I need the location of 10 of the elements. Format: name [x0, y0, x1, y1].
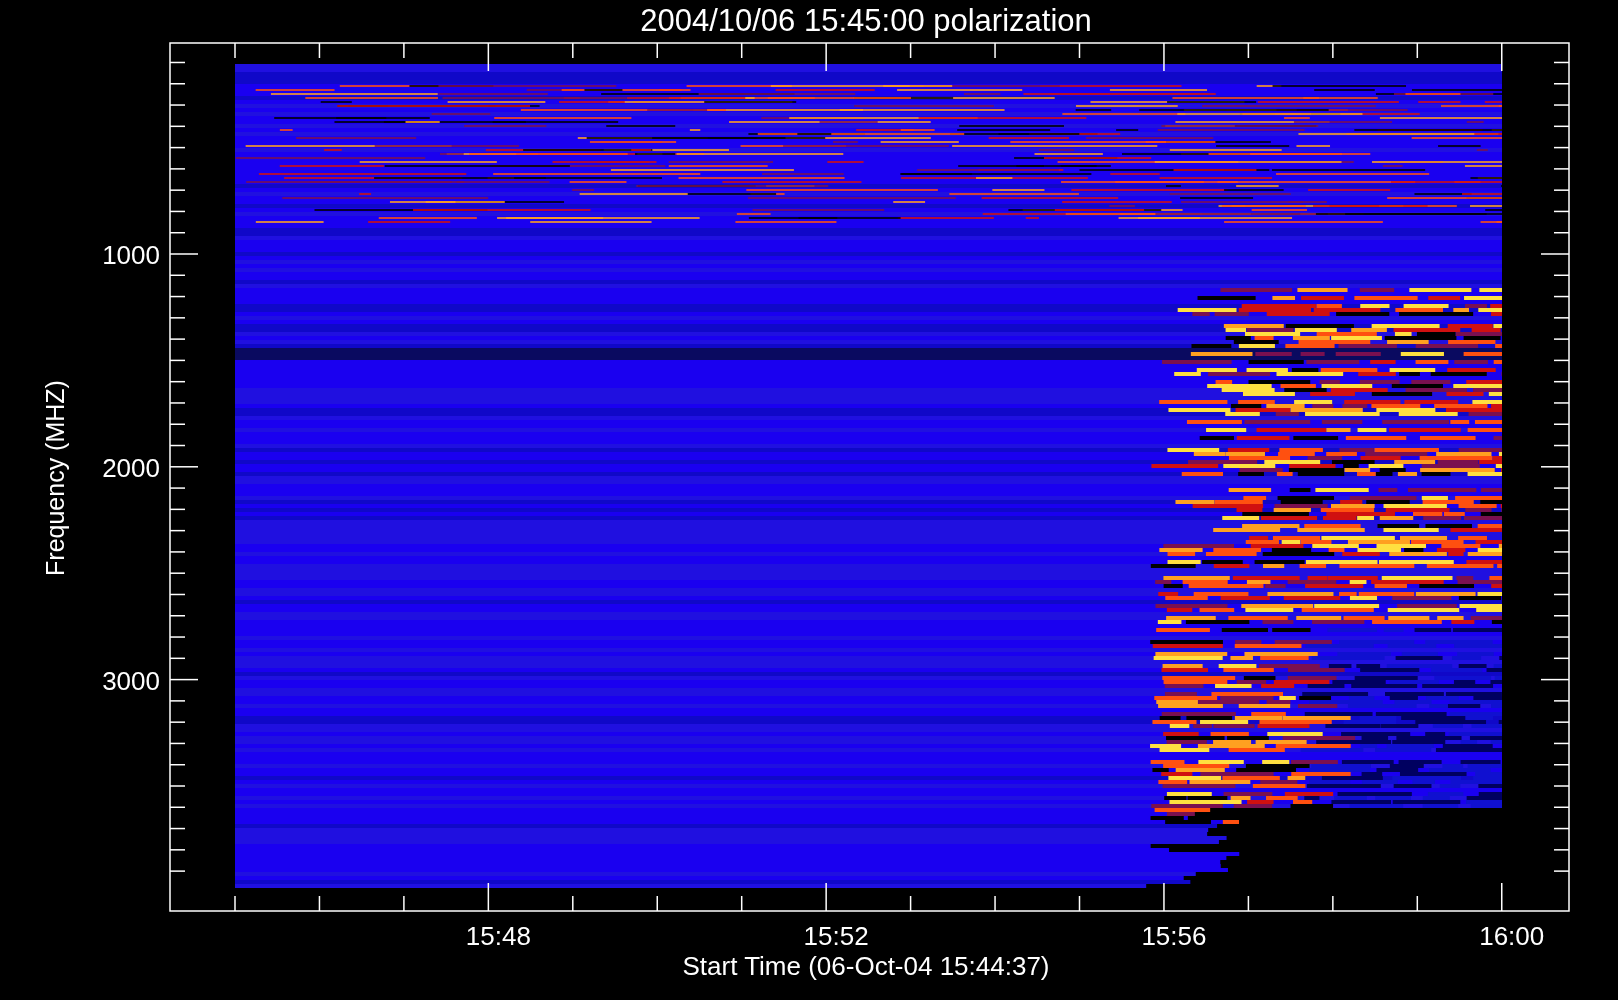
y-axis-title: Frequency (MHZ)	[41, 380, 69, 576]
y-tick-label: 2000	[102, 452, 160, 483]
x-tick-label: 15:48	[465, 921, 531, 951]
x-tick-label: 15:52	[803, 921, 869, 951]
x-axis-title: Start Time (06-Oct-04 15:44:37)	[682, 951, 1050, 981]
x-tick-label: 16:00	[1479, 921, 1545, 951]
x-tick-label: 15:56	[1141, 921, 1207, 951]
plot-title: 2004/10/06 15:45:00 polarization	[640, 3, 1092, 38]
y-tick-label: 1000	[102, 240, 160, 270]
y-tick-label: 3000	[102, 665, 160, 696]
